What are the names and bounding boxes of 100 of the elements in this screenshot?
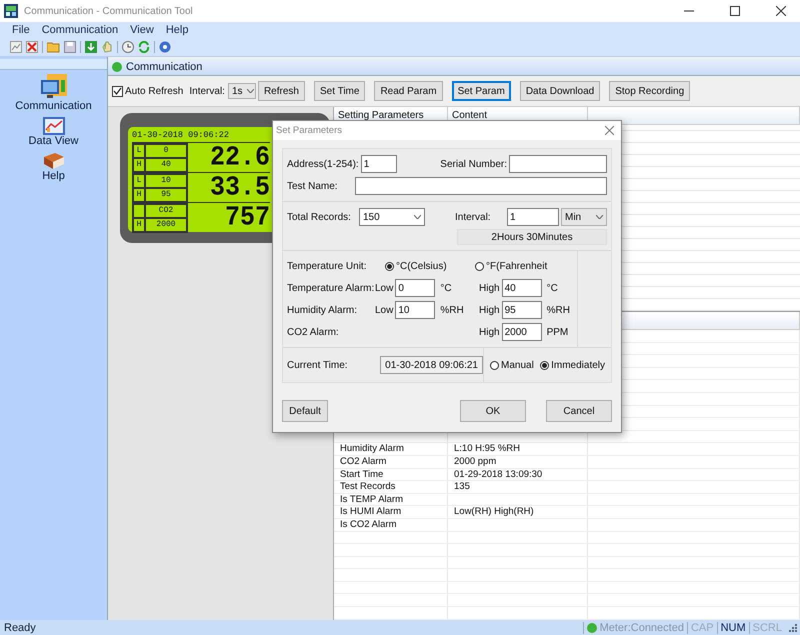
low-label: Low [375, 282, 394, 294]
field-label: Temperature Alarm: [287, 282, 371, 294]
meter-reading: 22.6 [210, 142, 270, 174]
high-label: High [479, 326, 500, 338]
field-label: Test Name: [287, 180, 339, 192]
panel-header: Communication [108, 59, 800, 76]
table-cell: 135 [448, 481, 588, 493]
unit-label: °C [546, 282, 559, 294]
unit-label: %RH [546, 304, 571, 316]
total-records-dropdown[interactable]: 150 [359, 208, 425, 226]
chart-icon [42, 117, 64, 135]
key-indicator: CAP [686, 622, 717, 634]
high-alarm-field[interactable]: 95 [502, 301, 542, 319]
folder-icon[interactable] [47, 40, 60, 52]
status-text: Ready [3, 622, 36, 634]
field-label: Address(1-254): [287, 158, 359, 170]
meter-tag: L [133, 144, 145, 158]
close-icon[interactable] [776, 6, 786, 16]
resize-grip-icon[interactable] [788, 623, 797, 632]
field-label: Total Records: [287, 212, 352, 222]
meter-tag: H [133, 218, 145, 232]
key-indicator: NUM [716, 622, 749, 634]
key-indicator: SCRL [748, 622, 785, 634]
unit-radio[interactable]: °C(Celsius) [385, 260, 471, 272]
caret-icon [596, 215, 603, 219]
menu-item[interactable]: File [12, 24, 30, 36]
toolbar-button[interactable]: Read Param [374, 81, 443, 101]
field-label: Temperature Unit: [287, 260, 368, 272]
serial-number-field[interactable] [509, 155, 607, 173]
caret-icon [246, 89, 254, 93]
toolbar-button[interactable]: Stop Recording [609, 81, 690, 101]
field-label: Humidity Alarm: [287, 304, 358, 316]
meter-tag: H [133, 188, 145, 202]
unit-label: %RH [439, 304, 465, 316]
field-label: Interval: [455, 212, 492, 222]
maximize-icon[interactable] [730, 6, 740, 16]
book-icon [42, 152, 64, 170]
table-cell: Start Time [334, 468, 448, 480]
test-name-field[interactable] [355, 177, 607, 195]
table-cell: CO2 Alarm [334, 456, 448, 468]
table-cell: 01-29-2018 13:09:30 [448, 468, 588, 480]
table-cell: L:10 H:95 %RH [448, 443, 588, 455]
menu-item[interactable]: View [130, 24, 154, 36]
chart-icon[interactable] [10, 40, 22, 52]
ok-button[interactable]: OK [460, 400, 526, 422]
interval-label: Interval: [189, 86, 225, 96]
table-cell: 2000 ppm [448, 456, 588, 468]
toolbar-button[interactable]: Refresh [258, 81, 305, 101]
meter-limit: 95 [145, 188, 187, 202]
time-mode-radio[interactable]: Immediately [540, 360, 605, 370]
sidebar-item[interactable]: Communication [0, 74, 107, 112]
interval-field[interactable]: 1 [507, 208, 559, 226]
status-dot-icon [112, 62, 122, 72]
delete-icon[interactable] [26, 40, 38, 52]
clock-icon[interactable] [122, 40, 134, 52]
auto-refresh-checkbox[interactable]: Auto Refresh [112, 86, 184, 96]
monitor-icon [40, 74, 66, 100]
low-alarm-field[interactable]: 0 [395, 279, 436, 297]
save-icon[interactable] [64, 40, 76, 52]
default-button[interactable]: Default [282, 400, 328, 422]
meter-tag: L [133, 174, 145, 188]
high-label: High [479, 282, 500, 294]
low-label: Low [375, 304, 394, 316]
interval-dropdown[interactable]: 1s [228, 83, 256, 99]
help-icon[interactable] [159, 40, 171, 52]
table-cell: Humidity Alarm [334, 443, 448, 455]
sidebar-item[interactable]: Data View [0, 117, 107, 147]
low-alarm-field[interactable]: 10 [395, 301, 436, 319]
meter-limit: 40 [145, 158, 187, 172]
field-label: Current Time: [287, 360, 349, 370]
connection-status: Meter:Connected [600, 622, 684, 634]
toolbar-button[interactable]: Data Download [520, 81, 600, 101]
toolbar-button[interactable]: Set Param [452, 81, 511, 101]
field-label: CO2 Alarm: [287, 326, 340, 338]
menu-item[interactable]: Communication [42, 24, 118, 36]
unit-label: PPM [546, 326, 570, 338]
meter-limit: 10 [145, 174, 187, 188]
toolbar-button[interactable]: Set Time [314, 81, 366, 101]
current-time-field: 01-30-2018 09:06:21 [380, 356, 483, 374]
address-field[interactable]: 1 [360, 155, 397, 173]
unit-radio[interactable]: °F(Fahrenheit [475, 260, 561, 272]
table-cell: Low(RH) High(RH) [448, 506, 588, 518]
duration-display: 2Hours 30Minutes [457, 229, 607, 245]
table-cell: Is HUMI Alarm [334, 506, 448, 518]
dialog-title: Set Parameters [276, 125, 342, 136]
sidebar-item[interactable]: Help [0, 152, 107, 182]
table-cell: Test Records [334, 481, 448, 493]
refresh-icon[interactable] [138, 40, 150, 52]
meter-limit: 0 [145, 144, 187, 158]
menu-item[interactable]: Help [166, 24, 188, 36]
meter-tag: H [133, 158, 145, 172]
meter-reading: 757 [224, 202, 270, 234]
interval-unit-dropdown[interactable]: Min [561, 208, 607, 226]
check-icon [113, 86, 122, 96]
meter-reading: 33.5 [210, 172, 270, 204]
high-alarm-field[interactable]: 2000 [502, 323, 542, 341]
time-mode-radio[interactable]: Manual [490, 360, 534, 370]
download-icon[interactable] [85, 40, 97, 52]
cancel-button[interactable]: Cancel [546, 400, 612, 422]
high-alarm-field[interactable]: 40 [502, 279, 542, 297]
